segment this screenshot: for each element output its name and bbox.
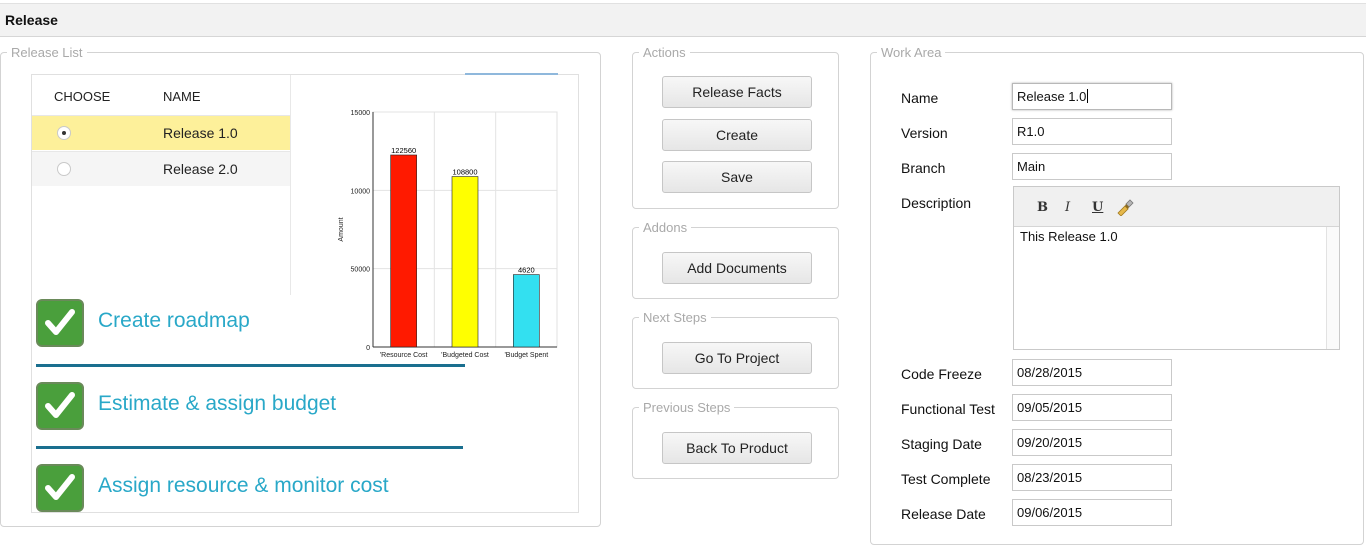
bar-value-label: 108800 <box>452 168 477 177</box>
budget-chart: 0 50000 10000 15000 122560 'Resource Cost 1088… <box>338 110 558 359</box>
bold-button[interactable]: B <box>1037 200 1048 215</box>
checkmark-icon <box>36 299 84 347</box>
description-label: Description <box>901 195 972 211</box>
release-name-cell: Release 2.0 <box>163 161 238 177</box>
test-complete-label: Test Complete <box>901 471 991 487</box>
create-button[interactable]: Create <box>662 119 812 151</box>
actions-legend: Actions <box>643 45 686 60</box>
divider-line <box>36 446 463 449</box>
bar <box>513 274 540 348</box>
table-row[interactable]: Release 2.0 <box>32 151 290 186</box>
text-cursor <box>1087 89 1089 103</box>
checklist-label: Create roadmap <box>98 309 250 332</box>
name-field[interactable]: Release 1.0 <box>1012 83 1172 110</box>
release-table: CHOOSE NAME Release 1.0 Release 2.0 <box>32 75 291 295</box>
code-freeze-field[interactable]: 08/28/2015 <box>1012 359 1172 386</box>
y-tick-label: 50000 <box>351 267 371 274</box>
add-documents-button[interactable]: Add Documents <box>662 252 812 284</box>
editor-toolbar: B I U <box>1014 187 1339 227</box>
release-facts-button[interactable]: Release Facts <box>662 76 812 108</box>
y-tick-label: 15000 <box>351 110 371 117</box>
clear-format-brush-icon[interactable] <box>1115 198 1135 221</box>
underline-button[interactable]: U <box>1092 200 1103 215</box>
checklist-label: Assign resource & monitor cost <box>98 474 389 497</box>
x-tick-label: 'Budgeted Cost <box>441 352 489 359</box>
name-label: Name <box>901 90 939 106</box>
divider-line <box>36 364 465 367</box>
checkmark-icon <box>36 382 84 430</box>
description-text[interactable]: This Release 1.0 <box>1020 229 1118 244</box>
column-header-name: NAME <box>163 89 201 104</box>
go-to-project-button[interactable]: Go To Project <box>662 342 812 374</box>
italic-button[interactable]: I <box>1065 200 1070 215</box>
work-area-legend: Work Area <box>881 45 942 60</box>
header-bar: Release <box>0 3 1366 37</box>
staging-date-field[interactable]: 09/20/2015 <box>1012 429 1172 456</box>
test-complete-field[interactable]: 08/23/2015 <box>1012 464 1172 491</box>
release-name-cell: Release 1.0 <box>163 125 238 141</box>
functional-test-field[interactable]: 09/05/2015 <box>1012 394 1172 421</box>
choose-radio[interactable] <box>57 126 71 140</box>
release-date-label: Release Date <box>901 506 986 522</box>
code-freeze-label: Code Freeze <box>901 366 982 382</box>
addons-legend: Addons <box>643 220 688 235</box>
back-to-product-button[interactable]: Back To Product <box>662 432 812 464</box>
x-tick-label: 'Resource Cost <box>380 352 428 359</box>
column-header-choose: CHOOSE <box>54 89 111 104</box>
x-tick-label: 'Budget Spent <box>504 352 548 359</box>
bar <box>390 154 417 348</box>
previous-steps-legend: Previous Steps <box>643 400 731 415</box>
version-label: Version <box>901 125 948 141</box>
checklist-label: Estimate & assign budget <box>98 392 337 415</box>
staging-date-label: Staging Date <box>901 436 982 452</box>
description-editor[interactable]: B I U This Release 1.0 <box>1013 186 1340 350</box>
choose-radio[interactable] <box>57 162 71 176</box>
branch-field[interactable]: Main <box>1012 153 1172 180</box>
table-row[interactable]: Release 1.0 <box>32 115 290 150</box>
bar-value-label: 4620 <box>518 266 535 275</box>
page-title: Release <box>5 12 58 28</box>
name-value: Release 1.0 <box>1017 89 1087 104</box>
table-header: CHOOSE NAME <box>32 75 290 115</box>
release-date-field[interactable]: 09/06/2015 <box>1012 499 1172 526</box>
next-steps-legend: Next Steps <box>643 310 707 325</box>
bar <box>451 176 479 348</box>
budget-chart-panel: 0 50000 10000 15000 122560 'Resource Cost 1088… <box>297 75 577 365</box>
version-field[interactable]: R1.0 <box>1012 118 1172 145</box>
y-tick-label: 10000 <box>351 188 371 195</box>
branch-label: Branch <box>901 160 946 176</box>
release-list-legend: Release List <box>11 45 83 60</box>
functional-test-label: Functional Test <box>901 401 995 417</box>
editor-scrollbar[interactable] <box>1326 227 1339 349</box>
checkmark-icon <box>36 464 84 512</box>
y-tick-label: 0 <box>366 345 370 352</box>
save-button[interactable]: Save <box>662 161 812 193</box>
bar-value-label: 122560 <box>391 146 416 155</box>
y-axis-title: Amount <box>338 217 345 241</box>
